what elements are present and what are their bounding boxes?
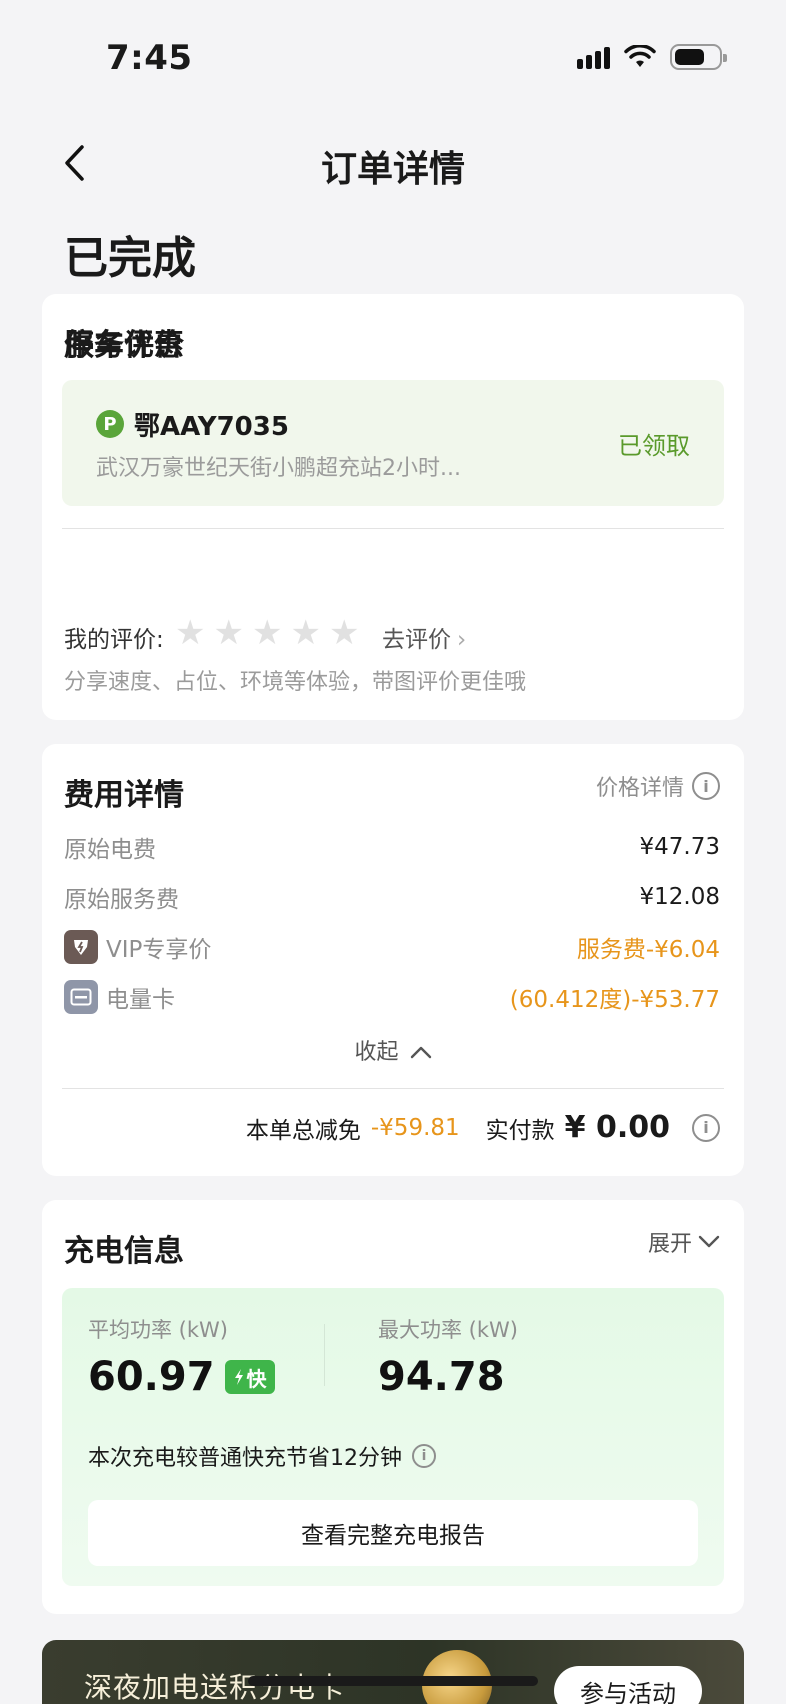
avg-power-value: 60.97 xyxy=(88,1354,215,1400)
max-power-stat: 最大功率 (kW) 94.78 xyxy=(378,1314,518,1400)
total-discount-label: 本单总减免 xyxy=(245,1117,361,1144)
license-plate: 鄂AAY7035 xyxy=(134,412,289,442)
divider xyxy=(62,1088,724,1089)
max-power-label: 最大功率 (kW) xyxy=(378,1318,518,1342)
total-discount-value: -¥59.81 xyxy=(370,1114,460,1141)
page-title: 订单详情 xyxy=(320,149,465,190)
fee-row: 原始服务费 ¥12.08 xyxy=(64,880,720,914)
energy-card-icon xyxy=(64,980,98,1014)
parking-coupon[interactable]: P 鄂AAY7035 武汉万豪世纪天街小鹏超充站2小时... 已领取 xyxy=(62,380,724,506)
review-section-title: 服务评价 xyxy=(64,328,184,363)
fee-value: ¥47.73 xyxy=(639,834,720,860)
fee-label: 原始服务费 xyxy=(64,887,179,913)
total-row: 本单总减免 -¥59.81 实付款 ¥ 0.00 i xyxy=(246,1110,720,1145)
fee-row: VIP专享价 服务费-¥6.04 xyxy=(64,930,720,964)
status-icons xyxy=(577,44,727,70)
charging-info-card: 充电信息 展开 平均功率 (kW) 60.97 快 最大功率 (kW) 94.7… xyxy=(42,1200,744,1614)
go-review-link[interactable]: 去评价 › xyxy=(382,620,466,654)
fee-value: (60.412度)-¥53.77 xyxy=(509,987,720,1013)
fee-row: 电量卡 (60.412度)-¥53.77 xyxy=(64,980,720,1014)
paid-label: 实付款 xyxy=(485,1117,555,1144)
rating-stars: ★ ★ ★ ★ ★ xyxy=(175,616,359,650)
expand-label: 展开 xyxy=(647,1232,692,1257)
star-icon[interactable]: ★ xyxy=(175,616,205,650)
stat-divider xyxy=(324,1324,325,1386)
expand-button[interactable]: 展开 xyxy=(648,1226,720,1258)
lightning-icon xyxy=(234,1369,243,1385)
cellular-signal-icon xyxy=(577,45,610,69)
fee-row: 原始电费 ¥47.73 xyxy=(64,830,720,864)
view-report-button[interactable]: 查看完整充电报告 xyxy=(88,1500,698,1566)
info-icon[interactable]: i xyxy=(692,1113,720,1142)
fee-label: 电量卡 xyxy=(106,987,175,1013)
fee-value: 服务费-¥6.04 xyxy=(576,937,720,963)
fee-label: 原始电费 xyxy=(64,837,156,863)
avg-power-label: 平均功率 (kW) xyxy=(88,1318,228,1342)
chevron-up-icon xyxy=(410,1046,431,1059)
fee-value: ¥12.08 xyxy=(639,884,720,910)
star-icon[interactable]: ★ xyxy=(213,616,243,650)
status-bar: 7:45 xyxy=(0,0,786,110)
wifi-icon xyxy=(624,45,656,67)
join-activity-button[interactable]: 参与活动 xyxy=(554,1666,702,1704)
charging-section-title: 充电信息 xyxy=(64,1234,184,1269)
fee-section-title: 费用详情 xyxy=(64,778,184,813)
fee-label: VIP专享价 xyxy=(106,937,212,963)
time-saved-note: 本次充电较普通快充节省12分钟 i xyxy=(88,1440,436,1472)
parking-icon: P xyxy=(96,410,124,438)
info-icon: i xyxy=(692,772,720,800)
fast-badge-label: 快 xyxy=(246,1366,267,1391)
collapse-label: 收起 xyxy=(354,1040,399,1065)
chevron-right-icon: › xyxy=(457,627,467,653)
nav-bar: 订单详情 xyxy=(0,120,786,210)
parking-review-card: 停车优惠 P 鄂AAY7035 武汉万豪世纪天街小鹏超充站2小时... 已领取 … xyxy=(42,294,744,720)
coupon-description: 武汉万豪世纪天街小鹏超充站2小时... xyxy=(96,456,461,481)
go-review-label: 去评价 xyxy=(382,627,451,653)
coupon-status: 已领取 xyxy=(618,432,690,460)
paid-value: ¥ 0.00 xyxy=(564,1110,670,1145)
vip-icon xyxy=(64,930,98,964)
status-time: 7:45 xyxy=(106,38,193,78)
max-power-value: 94.78 xyxy=(378,1354,505,1400)
charging-stats-box: 平均功率 (kW) 60.97 快 最大功率 (kW) 94.78 本次充电较普… xyxy=(62,1288,724,1586)
battery-icon xyxy=(670,44,727,70)
time-saved-text: 本次充电较普通快充节省12分钟 xyxy=(88,1446,402,1471)
review-hint: 分享速度、占位、环境等体验，带图评价更佳哦 xyxy=(64,670,527,695)
price-detail-button[interactable]: 价格详情 i xyxy=(596,770,720,802)
collapse-button[interactable]: 收起 xyxy=(42,1034,744,1066)
avg-power-value-wrap: 60.97 快 xyxy=(88,1354,275,1400)
price-detail-label: 价格详情 xyxy=(595,776,684,801)
my-review-label: 我的评价: xyxy=(64,627,164,653)
star-icon[interactable]: ★ xyxy=(329,616,359,650)
promo-banner[interactable]: 深夜加电送积分电卡 参与活动 xyxy=(42,1640,744,1704)
fee-label-wrap: 电量卡 xyxy=(64,980,175,1014)
chevron-down-icon xyxy=(698,1235,720,1248)
avg-power-stat: 平均功率 (kW) 60.97 快 xyxy=(88,1314,275,1400)
order-status: 已完成 xyxy=(64,233,196,284)
home-indicator xyxy=(248,1676,538,1686)
fee-label-wrap: VIP专享价 xyxy=(64,930,211,964)
star-icon[interactable]: ★ xyxy=(252,616,282,650)
fast-charge-badge: 快 xyxy=(224,1360,275,1394)
divider xyxy=(62,528,724,529)
star-icon[interactable]: ★ xyxy=(290,616,320,650)
screen: 7:45 订单详情 已完成 停车优惠 P 鄂AAY7035 武汉万豪世纪天街小鹏… xyxy=(0,0,786,1704)
fee-details-card: 费用详情 价格详情 i 原始电费 ¥47.73 原始服务费 ¥12.08 VIP… xyxy=(42,744,744,1176)
info-icon[interactable]: i xyxy=(412,1444,436,1468)
